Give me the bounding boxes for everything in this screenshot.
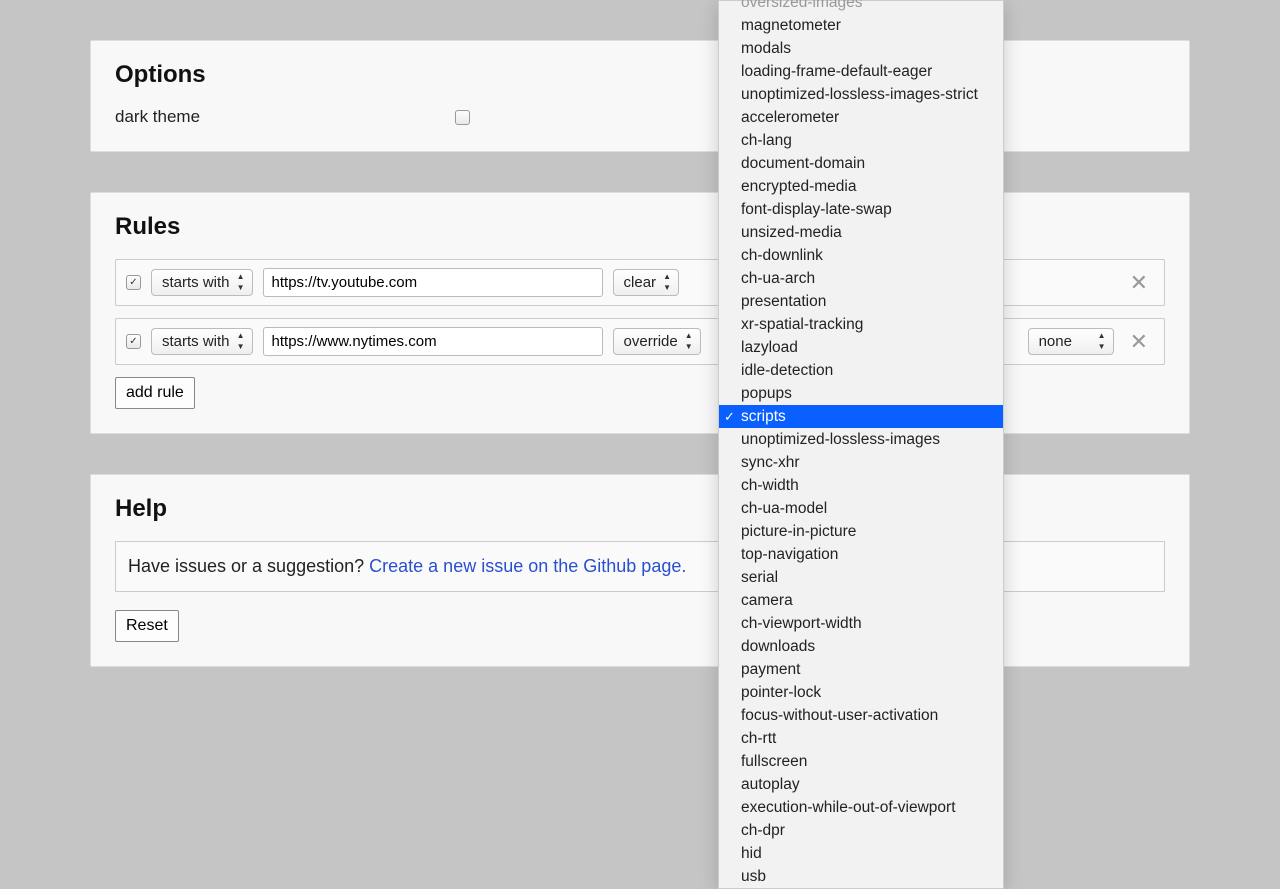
rule-enabled-checkbox[interactable] bbox=[126, 275, 141, 290]
dark-theme-label: dark theme bbox=[115, 107, 455, 127]
help-text: Have issues or a suggestion? bbox=[128, 556, 369, 576]
dropdown-item[interactable]: ch-rtt bbox=[719, 727, 1003, 750]
dropdown-item[interactable]: encrypted-media bbox=[719, 175, 1003, 198]
dropdown-item[interactable]: unoptimized-lossless-images-strict bbox=[719, 83, 1003, 106]
help-panel: Help Have issues or a suggestion? Create… bbox=[90, 474, 1190, 667]
match-mode-select[interactable]: starts with ▲ ▼ bbox=[151, 269, 253, 296]
dropdown-item[interactable]: modals bbox=[719, 37, 1003, 60]
dropdown-item[interactable]: scripts bbox=[719, 405, 1003, 428]
delete-rule-button[interactable]: ✕ bbox=[1124, 270, 1154, 296]
match-mode-value: starts with bbox=[162, 274, 230, 291]
dropdown-item[interactable]: hid bbox=[719, 842, 1003, 865]
dropdown-item[interactable]: execution-while-out-of-viewport bbox=[719, 796, 1003, 819]
dropdown-item[interactable]: ch-lang bbox=[719, 129, 1003, 152]
chevron-down-icon: ▼ bbox=[1098, 343, 1106, 351]
dropdown-item[interactable]: autoplay bbox=[719, 773, 1003, 796]
dropdown-item[interactable]: unsized-media bbox=[719, 221, 1003, 244]
dropdown-item[interactable]: xr-spatial-tracking bbox=[719, 313, 1003, 336]
chevron-down-icon: ▼ bbox=[237, 343, 245, 351]
dark-theme-row: dark theme bbox=[115, 107, 1165, 127]
action-value: override bbox=[624, 333, 678, 350]
url-input[interactable] bbox=[263, 327, 603, 356]
value-select[interactable]: none ▲ ▼ bbox=[1028, 328, 1114, 355]
dropdown-item[interactable]: sync-xhr bbox=[719, 451, 1003, 474]
dropdown-item[interactable]: ch-ua-arch bbox=[719, 267, 1003, 290]
chevron-up-icon: ▲ bbox=[237, 332, 245, 340]
chevron-up-icon: ▲ bbox=[663, 273, 671, 281]
dropdown-item[interactable]: document-domain bbox=[719, 152, 1003, 175]
chevron-up-icon: ▲ bbox=[237, 273, 245, 281]
dropdown-item[interactable]: ch-dpr bbox=[719, 819, 1003, 842]
dropdown-item[interactable]: usb bbox=[719, 865, 1003, 888]
rules-title: Rules bbox=[115, 213, 1165, 241]
match-mode-select[interactable]: starts with ▲ ▼ bbox=[151, 328, 253, 355]
dropdown-item[interactable]: picture-in-picture bbox=[719, 520, 1003, 543]
url-input[interactable] bbox=[263, 268, 603, 297]
chevron-up-icon: ▲ bbox=[1098, 332, 1106, 340]
dark-theme-checkbox[interactable] bbox=[455, 110, 470, 125]
dropdown-item[interactable]: popups bbox=[719, 382, 1003, 405]
action-value: clear bbox=[624, 274, 657, 291]
rules-panel: Rules starts with ▲ ▼ clear ▲ ▼ ✕ starts… bbox=[90, 192, 1190, 434]
dropdown-item[interactable]: magnetometer bbox=[719, 14, 1003, 37]
dropdown-item[interactable]: pointer-lock bbox=[719, 681, 1003, 704]
delete-rule-button[interactable]: ✕ bbox=[1124, 329, 1154, 355]
dropdown-item[interactable]: ch-downlink bbox=[719, 244, 1003, 267]
dropdown-item[interactable]: top-navigation bbox=[719, 543, 1003, 566]
action-select[interactable]: clear ▲ ▼ bbox=[613, 269, 680, 296]
dropdown-item[interactable]: presentation bbox=[719, 290, 1003, 313]
policy-dropdown[interactable]: oversized-imagesmagnetometermodalsloadin… bbox=[718, 0, 1004, 889]
dropdown-item[interactable]: unoptimized-lossless-images bbox=[719, 428, 1003, 451]
dropdown-item[interactable]: accelerometer bbox=[719, 106, 1003, 129]
dropdown-item[interactable]: focus-without-user-activation bbox=[719, 704, 1003, 727]
dropdown-item[interactable]: idle-detection bbox=[719, 359, 1003, 382]
help-title: Help bbox=[115, 495, 1165, 523]
chevron-up-icon: ▲ bbox=[685, 332, 693, 340]
dropdown-item[interactable]: oversized-images bbox=[719, 0, 1003, 14]
dropdown-item[interactable]: serial bbox=[719, 566, 1003, 589]
rule-row: starts with ▲ ▼ clear ▲ ▼ ✕ bbox=[115, 259, 1165, 306]
rule-enabled-checkbox[interactable] bbox=[126, 334, 141, 349]
options-title: Options bbox=[115, 61, 1165, 89]
chevron-down-icon: ▼ bbox=[237, 284, 245, 292]
dropdown-item[interactable]: camera bbox=[719, 589, 1003, 612]
add-rule-button[interactable]: add rule bbox=[115, 377, 195, 409]
action-select[interactable]: override ▲ ▼ bbox=[613, 328, 701, 355]
reset-button[interactable]: Reset bbox=[115, 610, 179, 642]
dropdown-item[interactable]: loading-frame-default-eager bbox=[719, 60, 1003, 83]
dropdown-item[interactable]: ch-width bbox=[719, 474, 1003, 497]
dropdown-item[interactable]: payment bbox=[719, 658, 1003, 681]
dropdown-item[interactable]: ch-viewport-width bbox=[719, 612, 1003, 635]
dropdown-item[interactable]: downloads bbox=[719, 635, 1003, 658]
value-text: none bbox=[1039, 333, 1072, 350]
dropdown-item[interactable]: font-display-late-swap bbox=[719, 198, 1003, 221]
dropdown-item[interactable]: fullscreen bbox=[719, 750, 1003, 773]
help-text-box: Have issues or a suggestion? Create a ne… bbox=[115, 541, 1165, 592]
dropdown-item[interactable]: ch-ua-model bbox=[719, 497, 1003, 520]
options-panel: Options dark theme bbox=[90, 40, 1190, 152]
chevron-down-icon: ▼ bbox=[685, 343, 693, 351]
github-link[interactable]: Create a new issue on the Github page. bbox=[369, 556, 686, 576]
rule-row: starts with ▲ ▼ override ▲ ▼ none ▲ ▼ ✕ bbox=[115, 318, 1165, 365]
chevron-down-icon: ▼ bbox=[663, 284, 671, 292]
match-mode-value: starts with bbox=[162, 333, 230, 350]
dropdown-item[interactable]: lazyload bbox=[719, 336, 1003, 359]
